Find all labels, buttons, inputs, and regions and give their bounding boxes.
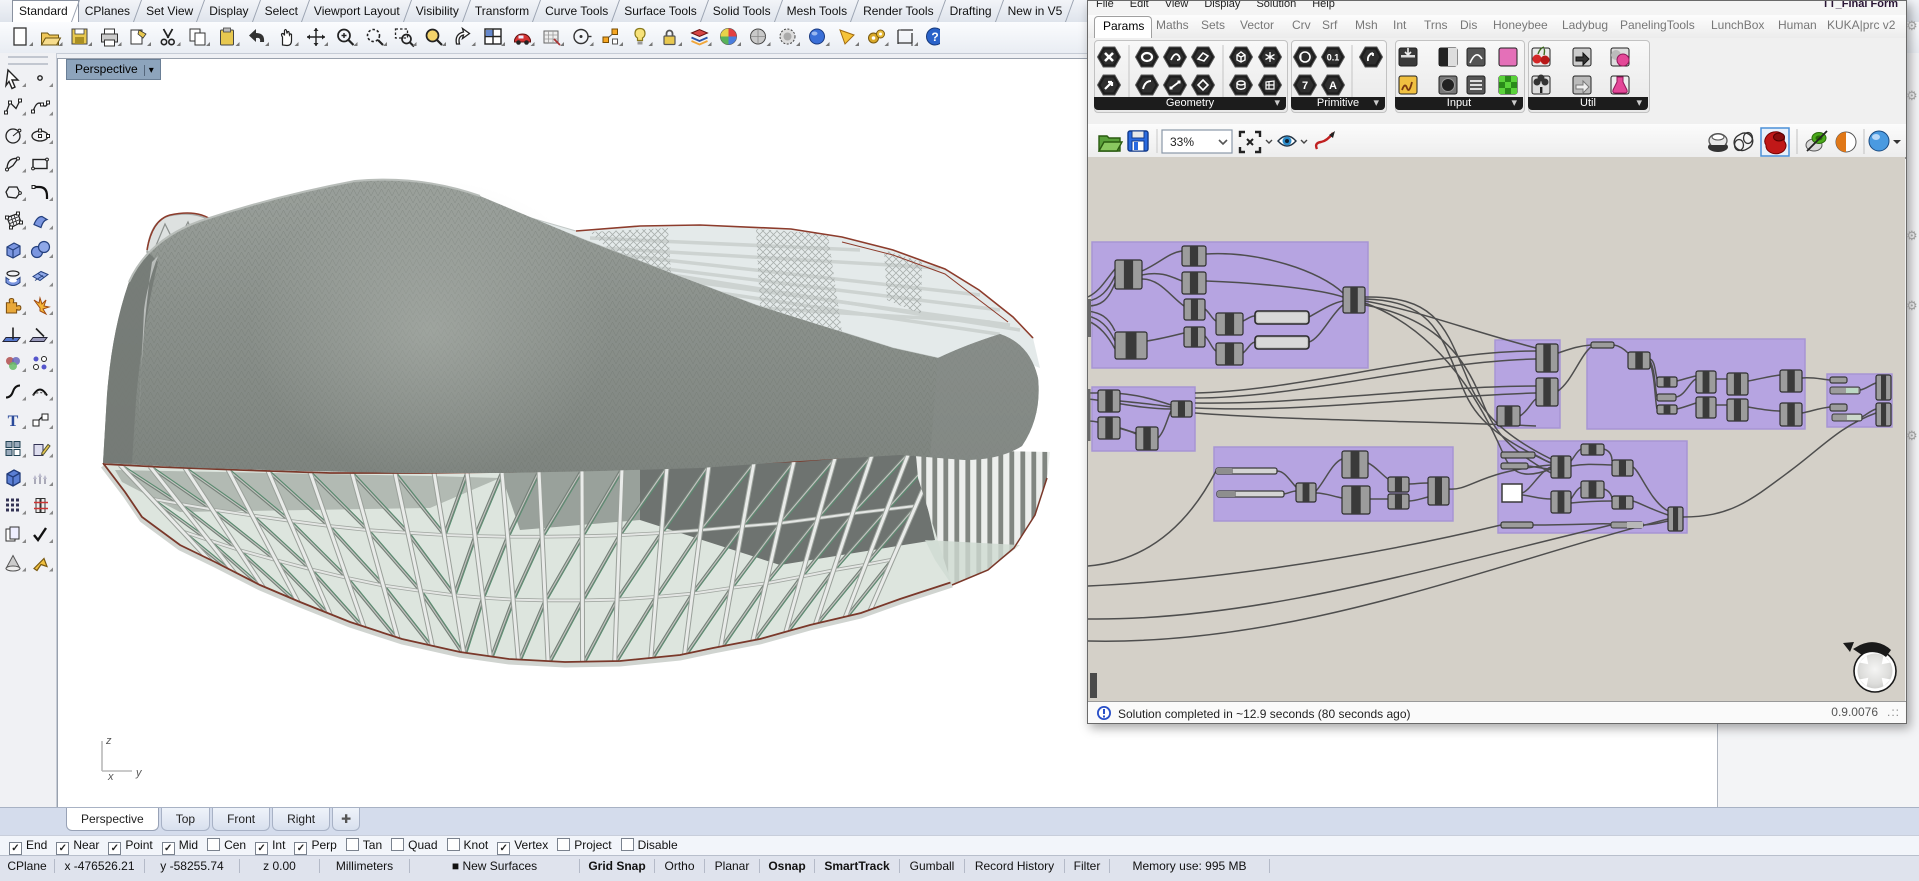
- svg-text:0.1: 0.1: [1327, 53, 1340, 63]
- svg-text:?: ?: [931, 30, 938, 44]
- svg-text:33%: 33%: [1170, 135, 1194, 149]
- svg-text:7: 7: [1302, 80, 1308, 92]
- svg-text:T: T: [8, 413, 19, 430]
- svg-text:z: z: [105, 735, 112, 747]
- svg-text:A: A: [1329, 80, 1337, 92]
- svg-text:y: y: [135, 767, 143, 779]
- svg-text:x: x: [107, 771, 114, 783]
